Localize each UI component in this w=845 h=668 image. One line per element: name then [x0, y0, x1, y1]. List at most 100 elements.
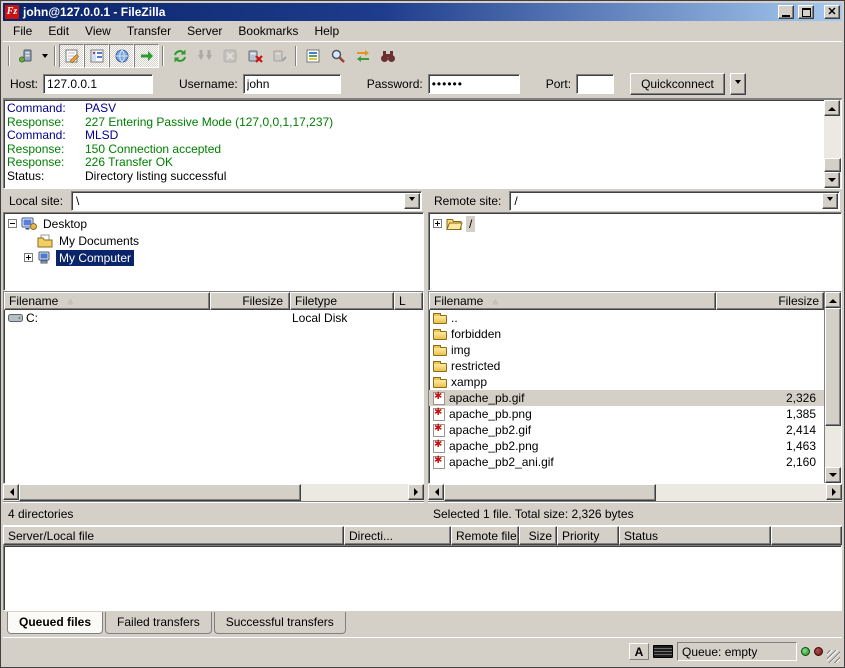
- process-queue-button[interactable]: [192, 44, 217, 68]
- remote-file-row[interactable]: ..: [429, 310, 824, 326]
- site-manager-dropdown[interactable]: [38, 44, 51, 68]
- column-header-server-local-file[interactable]: Server/Local file: [3, 526, 344, 545]
- minimize-icon: [782, 15, 790, 17]
- column-header-direction[interactable]: Directi...: [344, 526, 451, 545]
- menu-item[interactable]: Bookmarks: [230, 22, 306, 40]
- log-scrollbar[interactable]: [824, 100, 841, 188]
- maximize-button[interactable]: [798, 5, 814, 19]
- file-icon: [433, 392, 445, 405]
- column-header-remote-file[interactable]: Remote file: [451, 526, 519, 545]
- file-icon: [433, 347, 447, 356]
- toggle-local-tree-button[interactable]: [84, 44, 109, 68]
- remote-file-row[interactable]: forbidden: [429, 326, 824, 342]
- remote-file-row[interactable]: apache_pb.gif 2,326: [429, 390, 824, 406]
- close-button[interactable]: ✕: [824, 5, 840, 19]
- remote-vscrollbar[interactable]: [824, 292, 841, 483]
- column-header-priority[interactable]: Priority: [557, 526, 619, 545]
- expand-icon[interactable]: [24, 253, 33, 262]
- remote-site-label: Remote site:: [430, 192, 505, 210]
- port-input[interactable]: [576, 74, 614, 94]
- sync-browsing-button[interactable]: [350, 44, 375, 68]
- directory-comparison-button[interactable]: [375, 44, 400, 68]
- remote-hscrollbar[interactable]: [428, 484, 842, 501]
- toggle-queue-button[interactable]: [134, 44, 159, 68]
- collapse-icon[interactable]: [8, 219, 17, 228]
- file-search-button[interactable]: [325, 44, 350, 68]
- toggle-log-button[interactable]: [59, 44, 84, 68]
- menu-item[interactable]: Edit: [40, 22, 77, 40]
- remote-file-row[interactable]: apache_pb2.gif 2,414: [429, 422, 824, 438]
- message-log-icon: [64, 48, 80, 64]
- remote-file-row[interactable]: xampp: [429, 374, 824, 390]
- site-manager-button[interactable]: [13, 44, 38, 68]
- remote-site-combo[interactable]: /: [509, 191, 840, 211]
- reconnect-button[interactable]: [267, 44, 292, 68]
- data-type-icon[interactable]: A: [629, 643, 649, 660]
- local-site-value: \: [72, 194, 404, 208]
- menu-item[interactable]: Help: [306, 22, 347, 40]
- column-header-filesize[interactable]: Filesize: [716, 292, 824, 310]
- app-icon[interactable]: Fz: [5, 5, 19, 19]
- remote-file-row[interactable]: apache_pb2.png 1,463: [429, 438, 824, 454]
- menu-item[interactable]: View: [77, 22, 119, 40]
- remote-status-text: Selected 1 file. Total size: 2,326 bytes: [428, 501, 842, 525]
- tree-item-my-documents[interactable]: My Documents: [6, 232, 423, 249]
- disconnect-button[interactable]: [242, 44, 267, 68]
- queue-tab[interactable]: Successful transfers: [214, 612, 346, 634]
- menu-item[interactable]: File: [5, 22, 40, 40]
- local-hscrollbar[interactable]: [3, 484, 424, 501]
- scroll-left-button[interactable]: [428, 484, 444, 500]
- remote-file-row[interactable]: apache_pb.png 1,385: [429, 406, 824, 422]
- local-file-row[interactable]: C: Local Disk: [4, 310, 423, 326]
- scroll-left-button[interactable]: [3, 484, 19, 500]
- menu-item[interactable]: Transfer: [119, 22, 179, 40]
- column-header-status[interactable]: Status: [619, 526, 771, 545]
- scroll-thumb[interactable]: [825, 308, 841, 426]
- scroll-down-button[interactable]: [825, 467, 841, 483]
- scroll-thumb[interactable]: [19, 484, 301, 501]
- queue-tab[interactable]: Failed transfers: [105, 612, 212, 634]
- queue-tab[interactable]: Queued files: [7, 612, 103, 634]
- column-header-filename[interactable]: Filename▲: [4, 292, 210, 310]
- scroll-thumb[interactable]: [824, 158, 841, 172]
- remote-file-row[interactable]: img: [429, 342, 824, 358]
- cancel-button[interactable]: [217, 44, 242, 68]
- local-site-combo[interactable]: \: [71, 191, 422, 211]
- file-icon: [433, 456, 445, 469]
- scroll-right-button[interactable]: [826, 484, 842, 500]
- quickconnect-dropdown[interactable]: [730, 73, 746, 95]
- remote-file-row[interactable]: apache_pb2_ani.gif 2,160: [429, 454, 824, 470]
- remote-site-dropdown[interactable]: [822, 193, 838, 209]
- scroll-down-button[interactable]: [824, 172, 840, 188]
- toggle-remote-tree-button[interactable]: [109, 44, 134, 68]
- username-input[interactable]: [243, 74, 341, 94]
- expand-icon[interactable]: [433, 219, 442, 228]
- column-header-filetype[interactable]: Filetype: [290, 292, 394, 310]
- password-input[interactable]: [428, 74, 520, 94]
- scroll-thumb[interactable]: [444, 484, 656, 501]
- queue-body[interactable]: [3, 545, 842, 611]
- tree-item-root[interactable]: /: [431, 215, 841, 232]
- column-header-size[interactable]: Size: [519, 526, 557, 545]
- minimize-button[interactable]: [778, 5, 794, 19]
- scroll-up-button[interactable]: [825, 292, 841, 308]
- tree-item-desktop[interactable]: Desktop: [6, 215, 423, 232]
- resize-grip[interactable]: [827, 650, 840, 663]
- quickconnect-button[interactable]: Quickconnect: [630, 73, 725, 95]
- log-line: Status:Directory listing successful: [7, 170, 822, 184]
- host-input[interactable]: [43, 74, 153, 94]
- remote-file-row[interactable]: restricted: [429, 358, 824, 374]
- scroll-right-button[interactable]: [408, 484, 424, 500]
- scroll-up-button[interactable]: [824, 100, 840, 116]
- column-header-last-modified[interactable]: L: [394, 292, 423, 310]
- column-header-filesize[interactable]: Filesize: [210, 292, 290, 310]
- menu-item[interactable]: Server: [179, 22, 230, 40]
- column-header-filename[interactable]: Filename▲: [429, 292, 716, 310]
- title-bar[interactable]: Fz john@127.0.0.1 - FileZilla ✕: [3, 3, 842, 21]
- refresh-button[interactable]: [167, 44, 192, 68]
- speed-limits-icon[interactable]: [653, 645, 673, 658]
- local-site-dropdown[interactable]: [404, 193, 420, 209]
- filter-button[interactable]: [300, 44, 325, 68]
- tree-item-my-computer[interactable]: My Computer: [6, 249, 423, 266]
- local-list-rows: C: Local Disk: [4, 310, 423, 483]
